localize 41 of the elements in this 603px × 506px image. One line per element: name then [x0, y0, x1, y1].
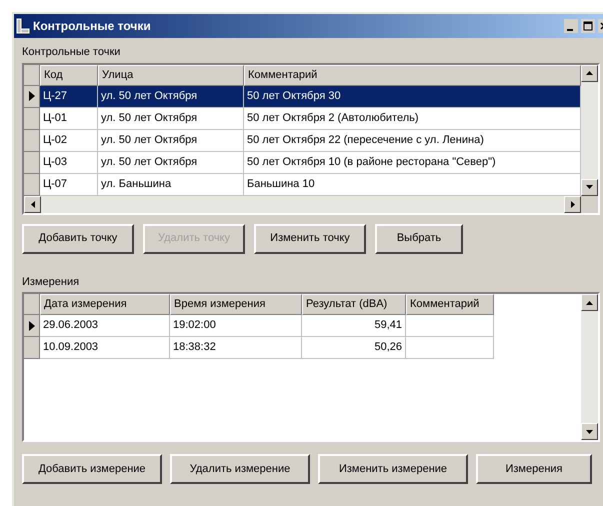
- scroll-up-icon[interactable]: [581, 64, 598, 82]
- action-button[interactable]: Добавить измерение: [22, 454, 162, 484]
- row-indicator[interactable]: [24, 86, 40, 108]
- column-header[interactable]: Комментарий: [244, 64, 581, 86]
- current-row-icon: [28, 320, 34, 330]
- window-title: Контрольные точки: [33, 18, 152, 35]
- action-button[interactable]: Изменить измерение: [318, 454, 468, 484]
- minimize-icon[interactable]: [564, 19, 578, 33]
- current-row-icon: [28, 91, 34, 101]
- vertical-scrollbar[interactable]: [581, 64, 598, 196]
- table-row[interactable]: Ц-07 ул. Баньшина Баньшина 10: [24, 174, 581, 196]
- column-header[interactable]: Комментарий: [406, 294, 494, 315]
- table-cell: 50,26: [302, 337, 406, 359]
- scroll-left-icon[interactable]: [24, 196, 41, 212]
- table-row[interactable]: Ц-01 ул. 50 лет Октября 50 лет Октября 2 (Автолюбитель): [24, 108, 581, 130]
- scroll-up-icon[interactable]: [581, 294, 598, 311]
- table-cell: 18:38:32: [170, 337, 302, 359]
- table-row[interactable]: Ц-02 ул. 50 лет Октября 50 лет Октября 22 (пересечение с ул. Ленина): [24, 130, 581, 152]
- column-header[interactable]: Время измерения: [170, 294, 302, 315]
- action-button[interactable]: Добавить точку: [22, 224, 134, 254]
- column-header[interactable]: Код: [40, 64, 98, 86]
- action-button[interactable]: Удалить измерение: [170, 454, 310, 484]
- action-button[interactable]: Изменить точку: [254, 224, 366, 254]
- section-label: Контрольные точки: [22, 45, 122, 60]
- row-indicator[interactable]: [24, 315, 40, 337]
- action-button[interactable]: Выбрать: [375, 224, 463, 254]
- action-button[interactable]: Измерения: [476, 454, 592, 484]
- table-row[interactable]: Ц-27 ул. 50 лет Октября 50 лет Октября 30: [24, 86, 581, 108]
- horizontal-scrollbar[interactable]: [24, 196, 581, 212]
- scroll-down-icon[interactable]: [581, 178, 598, 196]
- scroll-down-icon[interactable]: [581, 423, 598, 440]
- vertical-scrollbar[interactable]: [581, 294, 598, 440]
- section-label: Измерения: [22, 274, 80, 290]
- scroll-right-icon[interactable]: [564, 196, 581, 212]
- app-icon: [16, 18, 30, 34]
- column-header[interactable]: Улица: [98, 64, 244, 86]
- column-header[interactable]: Результат (dBA): [302, 294, 406, 315]
- table-row[interactable]: Ц-03 ул. 50 лет Октября 50 лет Октября 10 (в районе ресторана "Север"): [24, 152, 581, 174]
- table-cell: 10.09.2003: [40, 337, 170, 359]
- maximize-icon[interactable]: [581, 19, 595, 33]
- column-header[interactable]: Дата измерения: [40, 294, 170, 315]
